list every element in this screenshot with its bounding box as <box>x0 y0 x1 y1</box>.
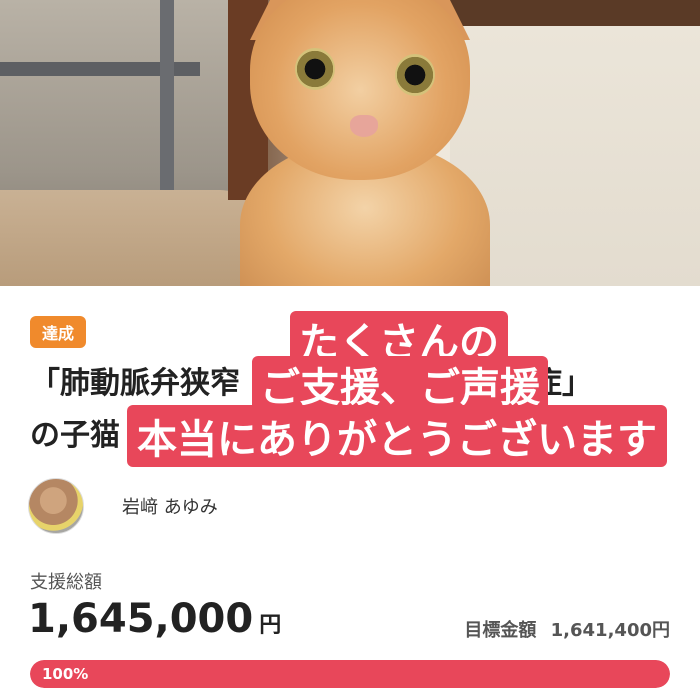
progress-fill <box>30 660 670 688</box>
title-line2: の子猫 <box>30 418 120 453</box>
background-pole <box>160 0 174 215</box>
overlay-caption-2: ご支援、ご声援 <box>252 356 548 412</box>
avatar[interactable] <box>28 478 84 534</box>
progress-label: 100% <box>42 665 89 683</box>
target-label: 目標金額 <box>464 620 537 641</box>
target-value: 1,641,400円 <box>550 620 670 641</box>
status-badge: 達成 <box>30 316 86 348</box>
cat-eye-left <box>295 48 335 90</box>
author-name[interactable]: 岩﨑 あゆみ <box>122 493 218 519</box>
total-amount-value: 1,645,000 <box>28 596 254 642</box>
author-info[interactable]: 岩﨑 あゆみ <box>28 478 218 534</box>
cat-nose <box>350 115 378 137</box>
total-support-label: 支援総額 <box>30 572 102 593</box>
cat-photo <box>0 0 700 286</box>
progress-bar: 100% <box>30 660 670 688</box>
total-amount: 1,645,000 円 <box>28 596 281 642</box>
background-trim <box>450 0 700 26</box>
title-line1: 「肺動脈弁狭窄 <box>30 366 240 401</box>
overlay-caption-3: 本当にありがとうございます <box>127 405 667 467</box>
cat-eye-right <box>395 54 435 96</box>
currency-label: 円 <box>259 613 282 638</box>
target-amount: 目標金額 1,641,400円 <box>464 616 670 642</box>
background-cushion <box>0 190 260 286</box>
cat-head <box>250 0 470 180</box>
